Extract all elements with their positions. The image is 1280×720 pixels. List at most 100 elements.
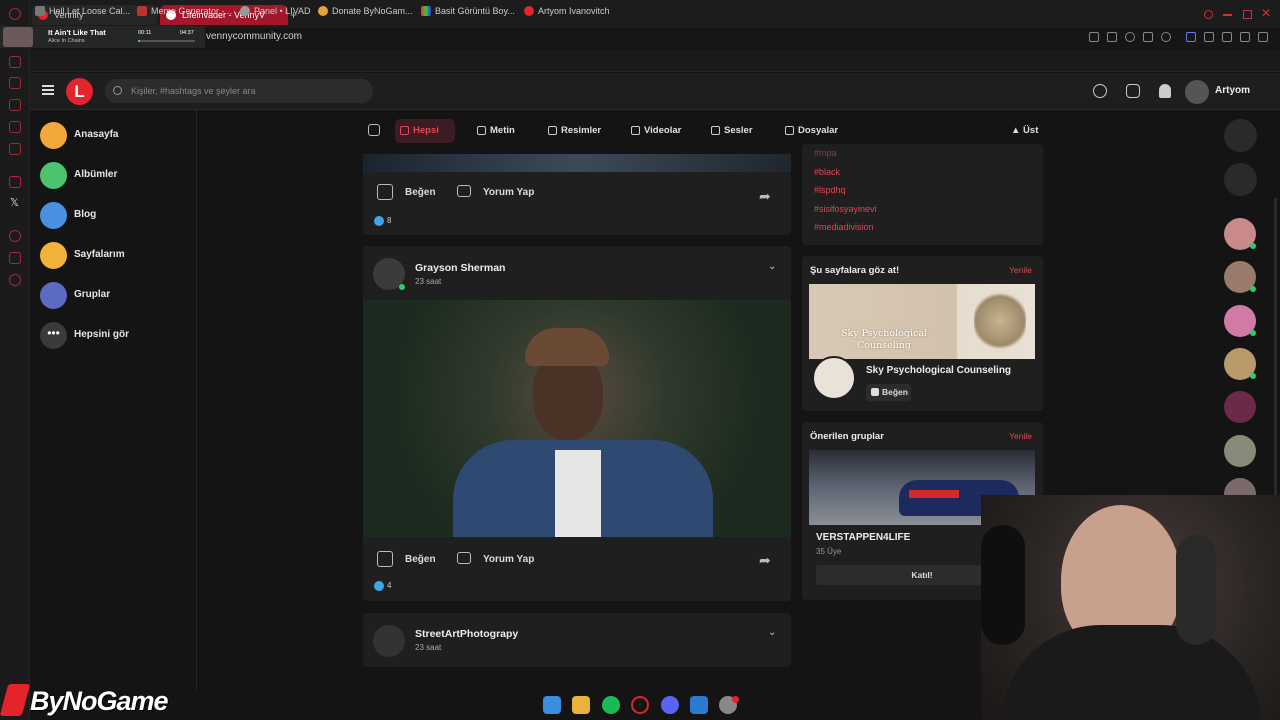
snapshot-icon[interactable] (1107, 32, 1117, 42)
post-time[interactable]: 23 saat (415, 643, 441, 652)
screen: 𝕏 Vennity Lifeinvader - VennyV + ✕ venny… (0, 0, 1280, 720)
nav-item-see-all[interactable]: ••• Hepsini gör (40, 322, 190, 350)
bookmark-item[interactable]: Artyom Ivanovitch (524, 4, 610, 18)
extension-icon[interactable] (1186, 32, 1196, 42)
discord-icon[interactable] (9, 77, 21, 89)
reaction-count[interactable]: 4 (387, 581, 391, 590)
filter-audio[interactable]: Sesler (706, 119, 766, 143)
heart-icon[interactable] (9, 252, 21, 264)
share-icon[interactable]: ➦ (759, 188, 771, 205)
instagram-icon[interactable] (9, 176, 21, 188)
hashtag-link[interactable]: #black (814, 167, 840, 177)
progress-track[interactable] (138, 40, 195, 42)
bookmark-icon[interactable] (1089, 32, 1099, 42)
bookmark-item[interactable]: Basit Görüntü Boy... (421, 4, 515, 18)
post-time[interactable]: 23 saat (415, 277, 441, 286)
play-icon[interactable] (1143, 32, 1153, 42)
url-field[interactable]: vennycommunity.com (206, 31, 302, 42)
post-menu-chevron-icon[interactable]: ⌄ (768, 627, 776, 638)
maximize-icon[interactable] (1243, 10, 1252, 19)
media-player-widget[interactable]: It Ain't Like That Alice In Chains 00:11… (0, 26, 205, 48)
site-logo[interactable]: L (66, 78, 93, 105)
filter-images[interactable]: Resimler (543, 119, 613, 143)
comment-button[interactable]: Yorum Yap (457, 185, 534, 198)
twitch-icon[interactable] (9, 143, 21, 155)
filter-text[interactable]: Metin (472, 119, 532, 143)
feed-icon[interactable] (9, 99, 21, 111)
group-name[interactable]: VERSTAPPEN4LIFE (816, 532, 910, 543)
like-button[interactable]: Beğen (377, 184, 436, 200)
page-name[interactable]: Sky Psychological Counseling (866, 365, 1011, 376)
menu-icon[interactable] (42, 85, 54, 95)
author-name[interactable]: StreetArtPhotograpy (415, 628, 518, 640)
messages-icon[interactable] (1126, 84, 1140, 98)
bookmark-item[interactable]: Hell Let Loose Cal... (35, 4, 130, 18)
favorite-icon[interactable] (1161, 32, 1171, 42)
messenger-icon[interactable] (9, 56, 21, 68)
download-icon[interactable] (1240, 32, 1250, 42)
opera-logo-icon[interactable] (9, 8, 21, 20)
friends-icon[interactable] (1093, 84, 1107, 98)
filter-files[interactable]: Dosyalar (780, 119, 850, 143)
page-avatar[interactable] (812, 356, 856, 400)
scroll-top-button[interactable]: ▲ Üst (1011, 125, 1038, 136)
minimize-icon[interactable] (1223, 14, 1232, 16)
filter-settings-icon[interactable] (368, 124, 380, 136)
reaction-count[interactable]: 8 (387, 216, 391, 225)
notifications-icon[interactable] (1159, 84, 1171, 98)
nav-item-groups[interactable]: Gruplar (40, 282, 190, 310)
brain-illustration (974, 290, 1026, 352)
nav-item-albums[interactable]: Albümler (40, 162, 190, 190)
bookmark-item[interactable]: Donate ByNoGam... (318, 4, 413, 18)
x-icon[interactable]: 𝕏 (10, 196, 19, 209)
post-image[interactable] (363, 300, 791, 537)
history-icon[interactable] (9, 230, 21, 242)
author-name[interactable]: Grayson Sherman (415, 262, 505, 274)
app-taskbar-icon[interactable] (690, 696, 708, 714)
search-icon (113, 86, 122, 95)
filter-videos[interactable]: Videolar (626, 119, 696, 143)
like-button[interactable]: Beğen (377, 551, 436, 567)
post-menu-chevron-icon[interactable]: ⌄ (768, 261, 776, 272)
discord-taskbar-icon[interactable] (661, 696, 679, 714)
share-icon[interactable] (1222, 32, 1232, 42)
page-banner[interactable]: Sky Psychological Counseling (809, 284, 1035, 359)
refresh-link[interactable]: Yenile (1009, 265, 1032, 275)
puzzle-icon[interactable] (1204, 32, 1214, 42)
page-like-button[interactable]: Beğen (866, 384, 911, 401)
settings-icon[interactable] (9, 274, 21, 286)
contact-avatar[interactable] (1224, 391, 1256, 423)
close-window-icon[interactable]: ✕ (1261, 6, 1271, 20)
vpn-icon[interactable] (1125, 32, 1135, 42)
spotify-icon[interactable] (602, 696, 620, 714)
filter-all[interactable]: Hepsi (395, 119, 455, 143)
search-input[interactable]: Kişiler, #hashtags ve şeyler ara (105, 79, 373, 103)
user-name[interactable]: Artyom (1215, 85, 1250, 96)
bookmark-item[interactable]: Meme Generator -... (137, 4, 232, 18)
file-explorer-icon[interactable] (572, 696, 590, 714)
post-image[interactable] (363, 154, 791, 172)
easy-setup-icon[interactable] (1258, 32, 1268, 42)
comment-button[interactable]: Yorum Yap (457, 552, 534, 565)
hashtag-link[interactable]: #mpa (814, 148, 837, 158)
opera-taskbar-icon[interactable] (631, 696, 649, 714)
windows-start-icon[interactable] (543, 696, 561, 714)
share-icon[interactable]: ➦ (759, 552, 771, 569)
new-chat-icon[interactable] (1224, 119, 1257, 152)
contact-avatar[interactable] (1224, 435, 1256, 467)
nav-item-home[interactable]: Anasayfa (40, 122, 190, 150)
hashtag-link[interactable]: #mediadivision (814, 222, 874, 232)
refresh-link[interactable]: Yenile (1009, 431, 1032, 441)
hashtag-link[interactable]: #lspdhq (814, 185, 846, 195)
scrollbar[interactable] (1274, 198, 1277, 498)
add-friend-icon[interactable] (1224, 163, 1257, 196)
search-tabs-icon[interactable] (1204, 10, 1213, 19)
nav-item-blog[interactable]: Blog (40, 202, 190, 230)
bookmark-item[interactable]: Panel • LIVAD (240, 4, 311, 18)
author-avatar[interactable] (373, 625, 405, 657)
hashtag-link[interactable]: #sisifosyayinevi (814, 204, 877, 214)
whatsapp-icon[interactable] (9, 121, 21, 133)
user-avatar[interactable] (1185, 80, 1209, 104)
nav-item-pages[interactable]: Sayfalarım (40, 242, 190, 270)
headphones (981, 525, 1025, 645)
